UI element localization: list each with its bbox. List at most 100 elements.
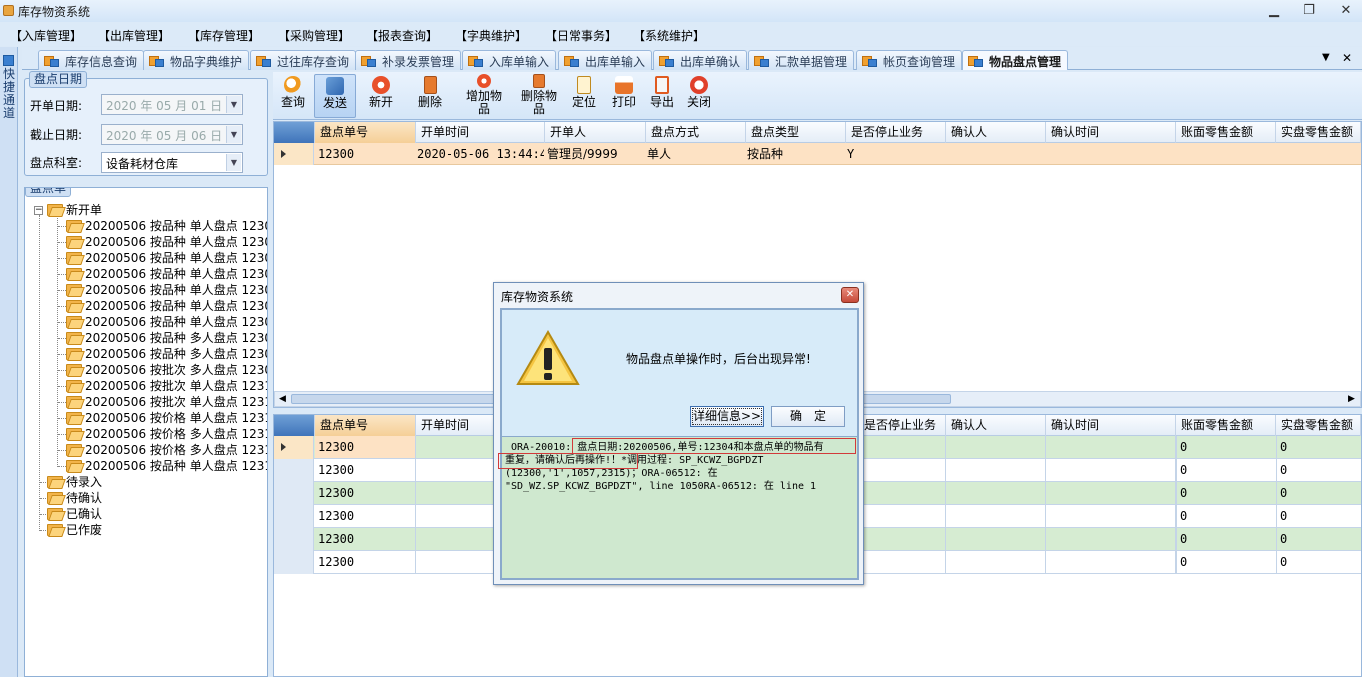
chevron-down-icon[interactable]: ▼ <box>226 96 241 113</box>
row-selector[interactable] <box>274 459 314 482</box>
tab-icon <box>968 54 983 67</box>
menu-item-inbound[interactable]: 【入库管理】 <box>10 27 82 44</box>
tree-item[interactable]: 20200506 按价格 单人盘点 12313 <box>66 410 267 426</box>
close-button-label: 关闭 <box>686 95 711 109</box>
col-header[interactable]: 开单时间 <box>416 122 545 143</box>
col-header[interactable]: 是否停止业务 <box>846 122 946 143</box>
menu-item-inventory[interactable]: 【库存管理】 <box>188 27 260 44</box>
folder-icon <box>66 347 82 360</box>
query-button[interactable]: 查询 <box>276 74 310 118</box>
export-button[interactable]: 导出 <box>646 74 678 118</box>
tab-outbound-confirm[interactable]: 出库单确认 <box>653 50 748 70</box>
quick-access-strip[interactable] <box>0 47 18 677</box>
collapse-icon[interactable]: − <box>34 206 43 215</box>
menu-item-daily[interactable]: 【日常事务】 <box>545 27 617 44</box>
tree-item[interactable]: 20200506 按批次 多人盘点 12309 <box>66 362 267 378</box>
start-date-field[interactable]: 2020 年 05 月 01 日 ▼ <box>101 94 243 115</box>
tree-item[interactable]: 20200506 按批次 单人盘点 12311 <box>66 378 267 394</box>
row-selector[interactable] <box>274 143 314 165</box>
print-button[interactable]: 打印 <box>608 74 640 118</box>
add-item-button[interactable]: 增加物品 <box>461 74 507 118</box>
details-button[interactable]: 详细信息>> <box>690 406 764 427</box>
menu-item-purchase[interactable]: 【采购管理】 <box>278 27 350 44</box>
tree-item[interactable]: 20200506 按价格 多人盘点 12314 <box>66 426 267 442</box>
row-selector[interactable] <box>274 528 314 551</box>
end-date-field[interactable]: 2020 年 05 月 06 日 ▼ <box>101 124 243 145</box>
ok-button[interactable]: 确 定 <box>771 406 845 427</box>
menu-item-outbound[interactable]: 【出库管理】 <box>98 27 170 44</box>
menu-item-reports[interactable]: 【报表查询】 <box>366 27 438 44</box>
tree-status-node[interactable]: 待确认 <box>47 490 102 506</box>
dept-select[interactable]: 设备耗材仓库 ▼ <box>101 152 243 173</box>
tree-status-node[interactable]: 待录入 <box>47 474 102 490</box>
menu-item-dictionary[interactable]: 【字典维护】 <box>455 27 527 44</box>
tree-item[interactable]: 20200506 按品种 单人盘点 12303 <box>66 266 267 282</box>
col-divider <box>945 528 946 551</box>
tree-root-new[interactable]: 新开单 <box>47 202 102 218</box>
minimize-icon[interactable]: ▁ <box>1262 2 1286 20</box>
chevron-down-icon[interactable]: ▼ <box>226 126 241 143</box>
tree-item[interactable]: 20200506 按品种 单人盘点 12300 <box>66 218 267 234</box>
tree-item[interactable]: 20200506 按品种 单人盘点 12306 <box>66 314 267 330</box>
new-button[interactable]: 新开 <box>362 74 400 118</box>
table-row[interactable]: 12300 2020-05-06 13:44:46 管理员/9999 单人 按品… <box>274 143 1361 165</box>
col-header[interactable]: 盘点类型 <box>746 122 846 143</box>
locate-button[interactable]: 定位 <box>569 74 599 118</box>
tree-item[interactable]: 20200506 按品种 单人盘点 12305 <box>66 298 267 314</box>
quick-access-icon <box>3 55 14 66</box>
tab-dropdown-icon[interactable]: ▼ <box>1322 52 1330 63</box>
tree-item[interactable]: 20200506 按批次 单人盘点 12312 <box>66 394 267 410</box>
close-icon[interactable]: ✕ <box>841 287 859 303</box>
tab-remittance[interactable]: 汇款单据管理 <box>748 50 855 70</box>
col-header[interactable]: 确认人 <box>946 122 1046 143</box>
col-header[interactable]: 确认人 <box>946 415 1046 436</box>
col-header[interactable]: 账面零售金额 <box>1176 122 1276 143</box>
col-header[interactable]: 实盘零售金额 <box>1276 122 1361 143</box>
tab-close-icon[interactable]: ✕ <box>1342 51 1352 65</box>
col-header[interactable]: 实盘零售金额 <box>1276 415 1361 436</box>
error-detail-text[interactable]: ORA-20010: 盘点日期:20200506,单号:12304和本盘点单的物… <box>498 436 857 578</box>
close-icon[interactable]: ✕ <box>1334 2 1358 20</box>
remove-item-icon <box>533 74 545 88</box>
tree-status-node[interactable]: 已确认 <box>47 506 102 522</box>
tree-item[interactable]: 20200506 按品种 单人盘点 12317 <box>66 458 267 474</box>
stocktake-tree[interactable]: 盘点单 − 新开单 20200506 按品种 单人盘点 12300 2020050… <box>24 187 268 677</box>
row-selector[interactable] <box>274 551 314 574</box>
col-header[interactable]: 盘点方式 <box>646 122 746 143</box>
tree-item[interactable]: 20200506 按品种 单人盘点 12304 <box>66 282 267 298</box>
tree-connector <box>39 215 40 531</box>
tab-past-inventory[interactable]: 过往库存查询 <box>250 50 357 70</box>
col-header[interactable]: 确认时间 <box>1046 415 1176 436</box>
tab-inbound-entry[interactable]: 入库单输入 <box>462 50 557 70</box>
col-header[interactable]: 盘点单号 <box>315 122 416 143</box>
row-selector[interactable] <box>274 505 314 528</box>
tree-item[interactable]: 20200506 按品种 单人盘点 12301 <box>66 234 267 250</box>
scroll-right-icon[interactable]: ▶ <box>1348 394 1355 404</box>
col-header[interactable]: 开单人 <box>545 122 646 143</box>
row-selector[interactable] <box>274 482 314 505</box>
col-header[interactable]: 账面零售金额 <box>1176 415 1276 436</box>
scroll-left-icon[interactable]: ◀ <box>279 394 286 404</box>
send-button[interactable]: 发送 <box>314 74 356 118</box>
tree-status-node[interactable]: 已作废 <box>47 522 102 538</box>
tab-stocktake[interactable]: 物品盘点管理 <box>962 50 1069 70</box>
tab-item-dictionary[interactable]: 物品字典维护 <box>143 50 250 70</box>
tree-item[interactable]: 20200506 按品种 多人盘点 12308 <box>66 346 267 362</box>
col-header[interactable]: 盘点单号 <box>315 415 416 436</box>
tree-item[interactable]: 20200506 按品种 多人盘点 12307 <box>66 330 267 346</box>
tree-item[interactable]: 20200506 按品种 单人盘点 12302 <box>66 250 267 266</box>
restore-icon[interactable]: ❐ <box>1297 2 1321 20</box>
col-divider <box>945 505 946 528</box>
tab-invoice-entry[interactable]: 补录发票管理 <box>355 50 462 70</box>
menu-item-system[interactable]: 【系统维护】 <box>633 27 705 44</box>
col-header[interactable]: 确认时间 <box>1046 122 1176 143</box>
tree-item[interactable]: 20200506 按价格 多人盘点 12315 <box>66 442 267 458</box>
tab-ledger-query[interactable]: 帐页查询管理 <box>856 50 963 70</box>
chevron-down-icon[interactable]: ▼ <box>226 154 241 171</box>
row-selector[interactable] <box>274 436 314 459</box>
tab-outbound-entry[interactable]: 出库单输入 <box>558 50 653 70</box>
remove-item-button[interactable]: 删除物品 <box>516 74 562 118</box>
delete-button[interactable]: 删除 <box>412 74 448 118</box>
tab-inventory-query[interactable]: 库存信息查询 <box>38 50 145 70</box>
close-button[interactable]: 关闭 <box>683 74 715 118</box>
